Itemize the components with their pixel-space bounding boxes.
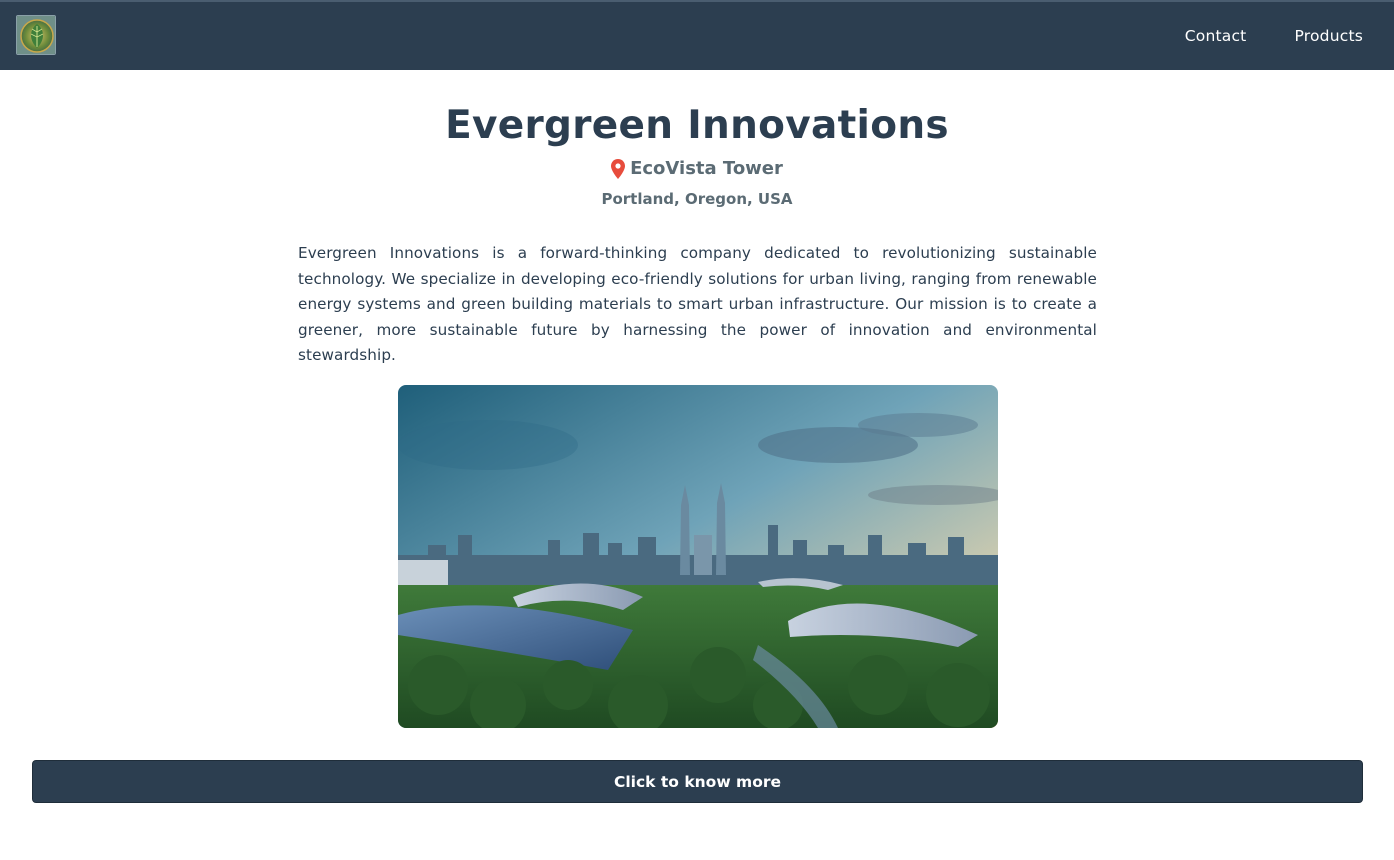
company-description: Evergreen Innovations is a forward-think… [298, 244, 1097, 364]
city-skyline-image [398, 385, 998, 728]
main-nav: Contact Products [1185, 2, 1363, 70]
building-line: EcoVista Tower [0, 158, 1394, 179]
hero-image [398, 385, 998, 728]
leaf-emblem-icon [17, 16, 55, 54]
building-name: EcoVista Tower [630, 158, 783, 179]
know-more-button[interactable]: Click to know more [32, 760, 1363, 803]
company-logo[interactable] [16, 15, 56, 55]
location-text: Portland, Oregon, USA [601, 190, 793, 208]
nav-link-contact[interactable]: Contact [1185, 27, 1247, 45]
page-title: Evergreen Innovations [445, 103, 949, 148]
top-navbar: Contact Products [0, 0, 1394, 70]
nav-link-products[interactable]: Products [1294, 27, 1363, 45]
location-pin-icon [611, 158, 626, 179]
